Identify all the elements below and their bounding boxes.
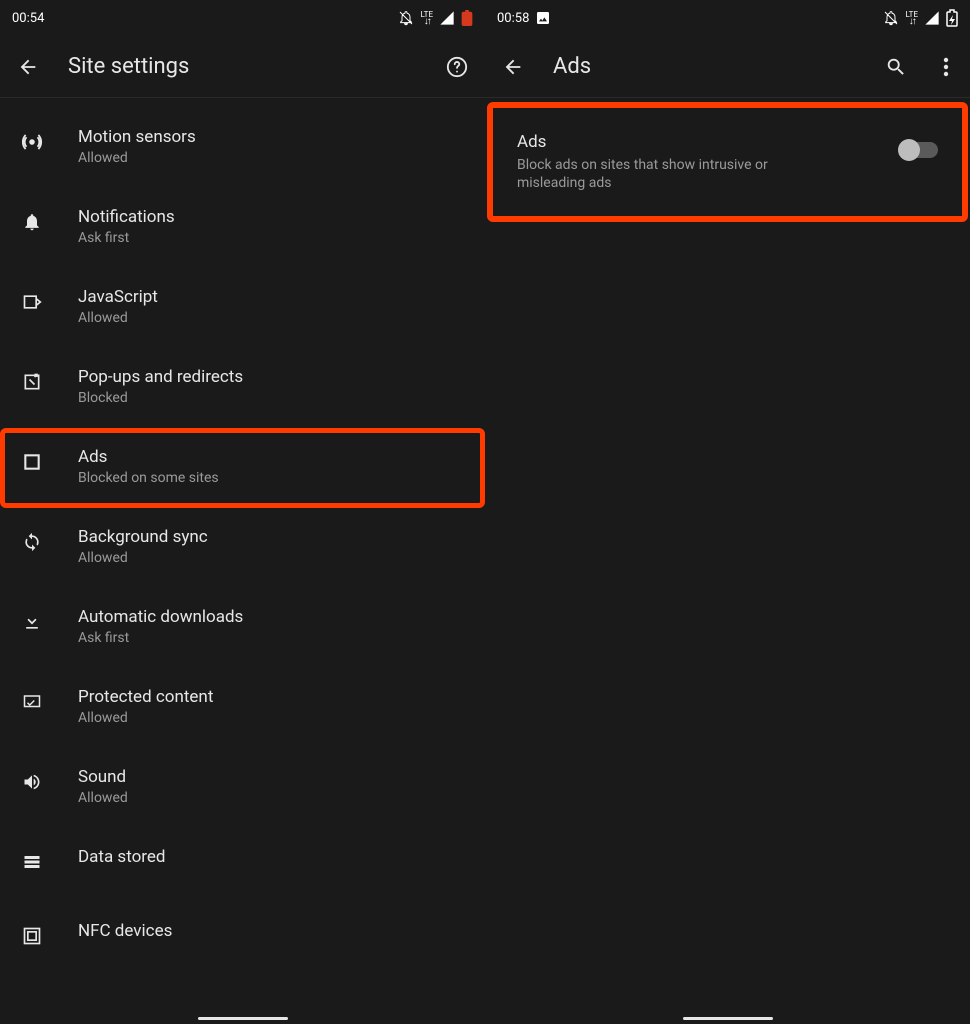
lte-icon: LTE↓↑ (905, 11, 918, 25)
alarm-off-icon (883, 10, 899, 26)
setting-sub: Ask first (78, 230, 469, 246)
overflow-menu-button[interactable] (936, 53, 956, 81)
signal-icon (924, 10, 940, 26)
setting-label: Sound (78, 766, 469, 788)
setting-label: Ads (78, 446, 469, 468)
ads-toggle-switch[interactable] (900, 142, 938, 158)
setting-item-popups[interactable]: Pop-ups and redirects Blocked (0, 348, 485, 428)
setting-label: JavaScript (78, 286, 469, 308)
setting-sub: Allowed (78, 710, 469, 726)
popup-icon (18, 368, 46, 396)
setting-label: Data stored (78, 846, 469, 868)
site-settings-screen: 00:54 LTE↓↑ Site settings Motion sensors… (0, 0, 485, 1024)
setting-item-ads[interactable]: Ads Blocked on some sites (0, 428, 485, 508)
setting-sub: Allowed (78, 790, 469, 806)
status-clock: 00:54 (12, 11, 44, 26)
image-icon (535, 10, 551, 26)
help-button[interactable] (443, 53, 471, 81)
setting-item-auto-downloads[interactable]: Automatic downloads Ask first (0, 588, 485, 668)
nav-indicator[interactable] (683, 1017, 773, 1020)
battery-charging-icon (946, 9, 958, 27)
ads-toggle-title: Ads (517, 132, 886, 152)
ads-icon (18, 448, 46, 476)
javascript-icon (18, 288, 46, 316)
nfc-icon (18, 922, 46, 950)
app-bar: Site settings (0, 36, 485, 98)
setting-item-protected-content[interactable]: Protected content Allowed (0, 668, 485, 748)
ads-toggle-row[interactable]: Ads Block ads on sites that show intrusi… (495, 112, 960, 216)
search-button[interactable] (882, 53, 910, 81)
download-icon (18, 608, 46, 636)
storage-icon (18, 848, 46, 876)
lte-icon: LTE↓↑ (420, 11, 433, 25)
ads-toggle-description: Block ads on sites that show intrusive o… (517, 156, 827, 192)
page-title: Site settings (68, 54, 417, 79)
protected-icon (18, 688, 46, 716)
switch-knob (898, 139, 920, 161)
sync-icon (18, 528, 46, 556)
setting-label: Automatic downloads (78, 606, 469, 628)
setting-item-nfc[interactable]: NFC devices (0, 902, 485, 950)
setting-sub: Blocked on some sites (78, 470, 469, 486)
nav-indicator[interactable] (198, 1017, 288, 1020)
back-button[interactable] (499, 53, 527, 81)
setting-label: NFC devices (78, 920, 469, 942)
battery-icon (461, 10, 473, 26)
ads-settings-screen: 00:58 LTE↓↑ Ads Ads Block ads on sites t… (485, 0, 970, 1024)
bell-icon (18, 208, 46, 236)
setting-item-background-sync[interactable]: Background sync Allowed (0, 508, 485, 588)
setting-sub: Allowed (78, 550, 469, 566)
setting-label: Pop-ups and redirects (78, 366, 469, 388)
setting-item-notifications[interactable]: Notifications Ask first (0, 188, 485, 268)
motion-sensor-icon (18, 128, 46, 156)
settings-list: Motion sensors Allowed Notifications Ask… (0, 98, 485, 950)
sound-icon (18, 768, 46, 796)
setting-label: Notifications (78, 206, 469, 228)
setting-sub: Allowed (78, 310, 469, 326)
status-clock: 00:58 (497, 11, 529, 26)
setting-label: Background sync (78, 526, 469, 548)
setting-label: Motion sensors (78, 126, 469, 148)
alarm-off-icon (398, 10, 414, 26)
setting-item-motion-sensors[interactable]: Motion sensors Allowed (0, 108, 485, 188)
status-bar: 00:54 LTE↓↑ (0, 0, 485, 36)
setting-item-sound[interactable]: Sound Allowed (0, 748, 485, 828)
setting-sub: Allowed (78, 150, 469, 166)
setting-item-javascript[interactable]: JavaScript Allowed (0, 268, 485, 348)
setting-sub: Blocked (78, 390, 469, 406)
setting-item-data-stored[interactable]: Data stored (0, 828, 485, 902)
page-title: Ads (553, 54, 856, 79)
setting-label: Protected content (78, 686, 469, 708)
status-bar: 00:58 LTE↓↑ (485, 0, 970, 36)
back-button[interactable] (14, 53, 42, 81)
signal-icon (439, 10, 455, 26)
setting-sub: Ask first (78, 630, 469, 646)
app-bar: Ads (485, 36, 970, 98)
